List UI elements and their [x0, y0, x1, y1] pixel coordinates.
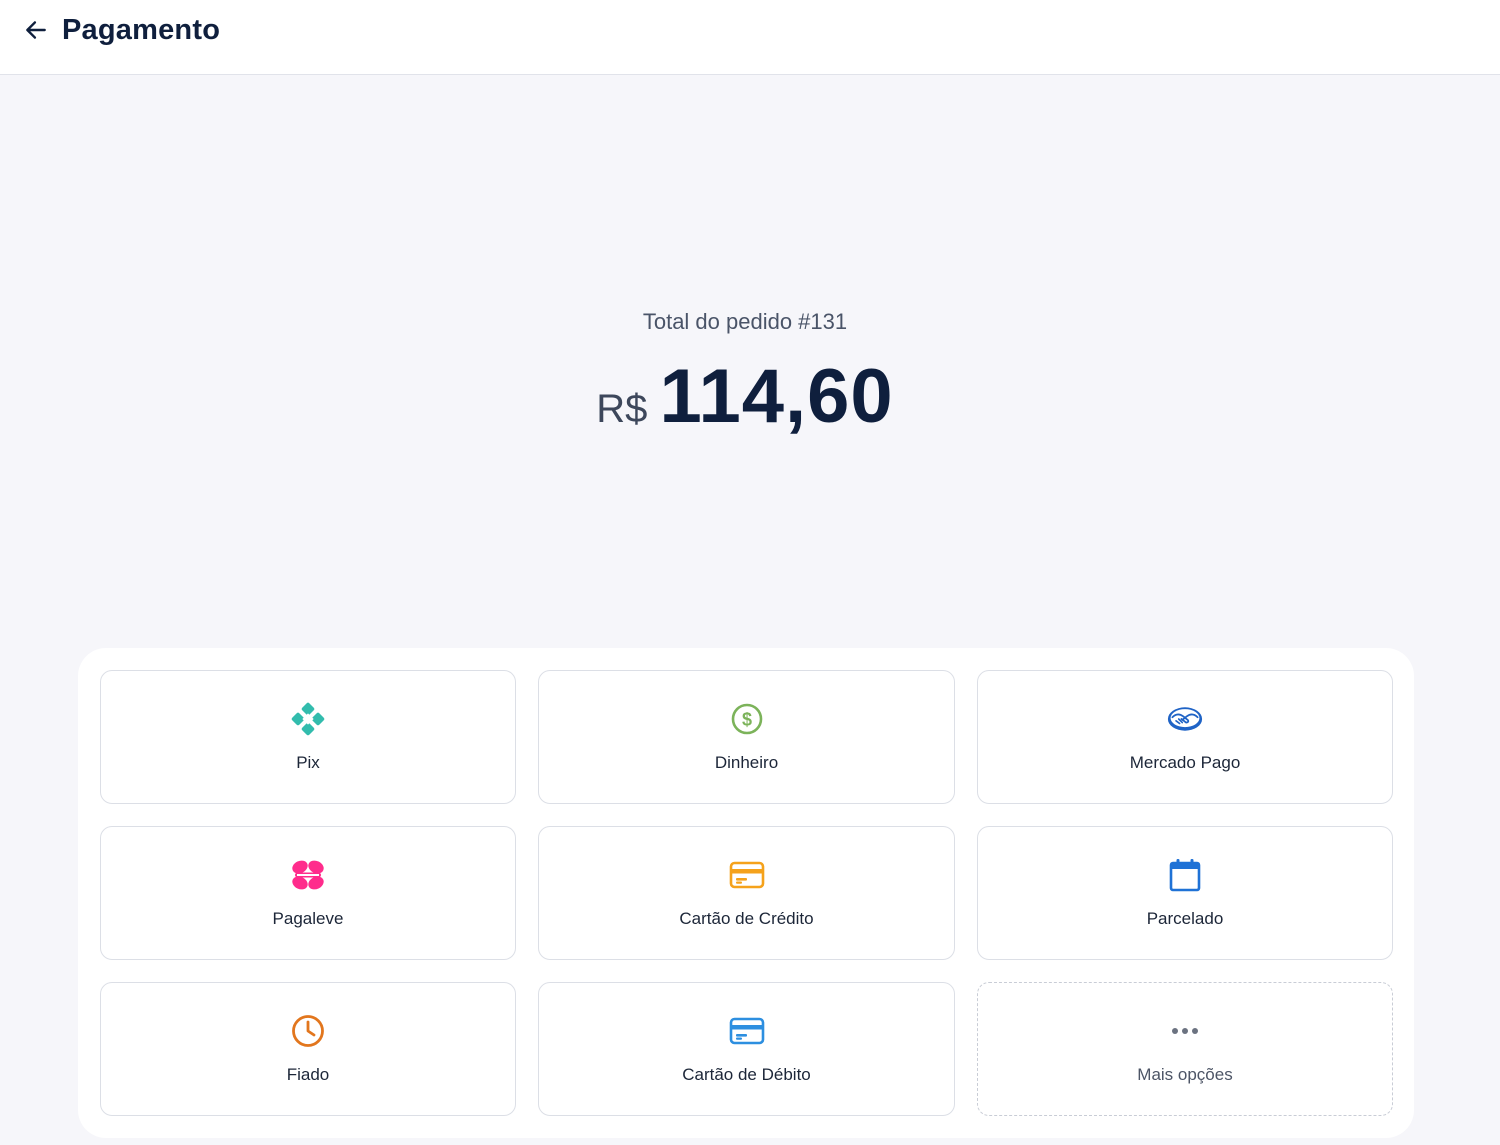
currency-symbol: R$	[596, 387, 648, 431]
payment-method-label: Dinheiro	[714, 753, 779, 772]
mercado-pago-handshake-icon	[1167, 701, 1203, 737]
page-title: Pagamento	[62, 14, 221, 46]
calendar-icon	[1167, 857, 1203, 893]
more-options-button[interactable]: Mais opções	[977, 982, 1393, 1116]
payment-method-cartao-credito[interactable]: Cartão de Crédito	[538, 826, 955, 960]
payment-method-label: Mais opções	[1137, 1065, 1233, 1084]
arrow-left-icon	[26, 21, 46, 39]
debit-card-icon	[729, 1013, 765, 1049]
payment-method-fiado[interactable]: Fiado	[100, 982, 516, 1116]
payment-methods-grid: Pix $ Dinheiro Mercado Pago Pagaleve Car…	[100, 670, 1393, 1116]
dollar-circle-icon: $	[729, 701, 765, 737]
amount-value: 114,60	[659, 354, 894, 439]
payment-method-label: Cartão de Crédito	[679, 909, 814, 928]
payment-method-label: Fiado	[286, 1065, 330, 1084]
payment-method-label: Parcelado	[1146, 909, 1224, 928]
payment-method-mercado-pago[interactable]: Mercado Pago	[977, 670, 1393, 804]
svg-text:$: $	[741, 710, 751, 730]
payment-method-parcelado[interactable]: Parcelado	[977, 826, 1393, 960]
order-total-amount: R$ 114,60	[0, 352, 1490, 463]
clock-icon	[290, 1013, 326, 1049]
credit-card-icon	[729, 857, 765, 893]
pagaleve-icon	[290, 857, 326, 893]
back-button[interactable]	[18, 12, 54, 48]
more-dots-icon	[1167, 1013, 1203, 1049]
payment-method-label: Mercado Pago	[1129, 753, 1241, 772]
payment-method-pix[interactable]: Pix	[100, 670, 516, 804]
payment-method-pagaleve[interactable]: Pagaleve	[100, 826, 516, 960]
pix-icon	[290, 701, 326, 737]
payment-method-label: Pagaleve	[272, 909, 344, 928]
payment-methods-panel: Pix $ Dinheiro Mercado Pago Pagaleve Car…	[78, 648, 1414, 1138]
order-total-label: Total do pedido #131	[642, 309, 848, 334]
top-bar: Pagamento	[0, 0, 1500, 75]
payment-method-dinheiro[interactable]: $ Dinheiro	[538, 670, 955, 804]
payment-method-cartao-debito[interactable]: Cartão de Débito	[538, 982, 955, 1116]
payment-method-label: Cartão de Débito	[682, 1065, 811, 1084]
payment-method-label: Pix	[296, 753, 320, 772]
